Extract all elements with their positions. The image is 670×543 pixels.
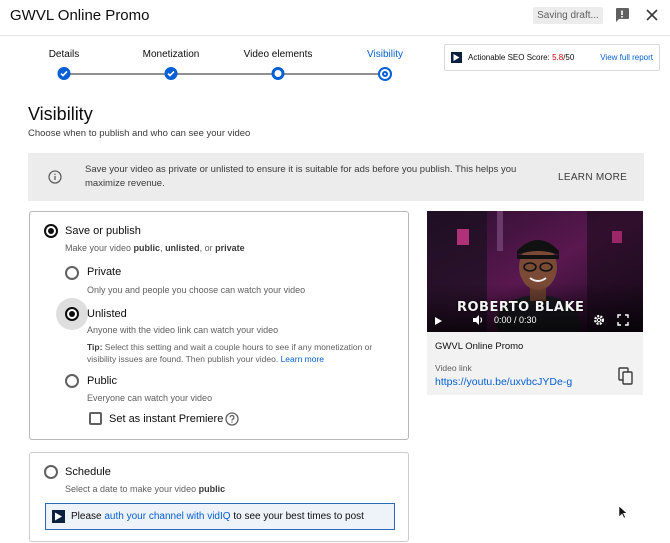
video-link-label: Video link bbox=[435, 363, 472, 373]
seo-score-text: Actionable SEO Score: 5.8/50 bbox=[468, 53, 574, 62]
settings-gear-icon[interactable] bbox=[593, 314, 605, 326]
step-monetization-check-icon[interactable] bbox=[164, 67, 178, 80]
save-or-publish-desc: Make your video public, unlisted, or pri… bbox=[65, 243, 245, 253]
vidiq-best-times-prompt: Please auth your channel with vidIQ to s… bbox=[45, 503, 395, 530]
seo-score-value: 5.8 bbox=[552, 53, 564, 62]
vidiq-prompt-prefix: Please bbox=[71, 511, 105, 522]
unlisted-radio[interactable] bbox=[65, 307, 79, 321]
step-visibility-dot-icon[interactable] bbox=[378, 67, 392, 81]
unlisted-label[interactable]: Unlisted bbox=[87, 308, 127, 320]
mouse-cursor-icon bbox=[618, 505, 628, 519]
desc-private: private bbox=[215, 243, 245, 253]
page-title: Visibility bbox=[28, 104, 93, 124]
step-video-elements-dot-icon[interactable] bbox=[271, 67, 285, 80]
volume-icon[interactable] bbox=[472, 314, 484, 326]
upload-stepper: Details Monetization Video elements Visi… bbox=[0, 38, 430, 88]
copy-icon[interactable] bbox=[618, 367, 634, 385]
private-desc: Only you and people you choose can watch… bbox=[87, 285, 306, 295]
video-overlay-name: ROBERTO BLAKE bbox=[457, 300, 585, 315]
dialog-title: GWVL Online Promo bbox=[10, 7, 150, 24]
video-player[interactable]: ROBERTO BLAKE 0:00 / 0:30 bbox=[427, 211, 643, 332]
vidiq-auth-link[interactable]: auth your channel with vidIQ bbox=[104, 511, 230, 522]
schedule-desc-prefix: Select a date to make your video bbox=[65, 484, 199, 494]
schedule-desc-public: public bbox=[198, 484, 226, 494]
schedule-title: Schedule bbox=[65, 466, 111, 478]
vidiq-prompt-suffix: to see your best times to post bbox=[230, 511, 364, 522]
seo-score-max: /50 bbox=[563, 53, 575, 62]
vidiq-prompt-text: Please auth your channel with vidIQ to s… bbox=[71, 511, 364, 522]
step-video-elements[interactable]: Video elements bbox=[244, 49, 313, 60]
info-icon bbox=[48, 170, 62, 184]
learn-more-button[interactable]: LEARN MORE bbox=[558, 172, 627, 183]
public-radio[interactable] bbox=[65, 374, 79, 388]
dialog-header: GWVL Online Promo Saving draft... bbox=[0, 0, 670, 36]
tip-learn-more-link[interactable]: Learn more bbox=[281, 354, 324, 364]
vidiq-logo-icon bbox=[52, 510, 65, 523]
vidiq-seo-score-box: Actionable SEO Score: 5.8/50 View full r… bbox=[444, 44, 660, 71]
banner-text: Save your video as private or unlisted t… bbox=[85, 164, 517, 189]
feedback-icon[interactable] bbox=[614, 7, 630, 23]
seo-score-label: Actionable SEO Score: bbox=[468, 53, 550, 62]
instant-premiere-label[interactable]: Set as instant Premiere bbox=[109, 413, 223, 425]
help-icon[interactable] bbox=[225, 412, 239, 426]
video-link-url[interactable]: https://youtu.be/uxvbcJYDe-g bbox=[435, 376, 572, 388]
page-subtitle: Choose when to publish and who can see y… bbox=[28, 128, 251, 139]
public-label[interactable]: Public bbox=[87, 375, 117, 387]
video-title: GWVL Online Promo bbox=[435, 341, 524, 352]
video-preview-panel: ROBERTO BLAKE 0:00 / 0:30 GWVL Online Pr… bbox=[427, 211, 643, 395]
close-icon[interactable] bbox=[644, 7, 660, 23]
instant-premiere-checkbox[interactable] bbox=[89, 412, 102, 425]
private-radio[interactable] bbox=[65, 266, 79, 280]
public-desc: Everyone can watch your video bbox=[87, 393, 213, 403]
step-details-check-icon[interactable] bbox=[57, 67, 71, 80]
desc-unlisted: unlisted bbox=[165, 243, 200, 253]
step-details[interactable]: Details bbox=[49, 49, 80, 60]
tip-label: Tip: bbox=[87, 342, 103, 352]
step-monetization[interactable]: Monetization bbox=[143, 49, 200, 60]
step-visibility[interactable]: Visibility bbox=[367, 49, 403, 60]
desc-public: public bbox=[133, 243, 161, 253]
tip-text: Select this setting and wait a couple ho… bbox=[87, 342, 373, 364]
fullscreen-icon[interactable] bbox=[617, 314, 629, 326]
unlisted-desc: Anyone with the video link can watch you… bbox=[87, 325, 279, 335]
schedule-radio[interactable] bbox=[44, 465, 58, 479]
save-or-publish-title: Save or publish bbox=[65, 225, 141, 237]
monetization-info-banner: Save your video as private or unlisted t… bbox=[28, 153, 644, 201]
save-or-publish-radio[interactable] bbox=[44, 224, 58, 238]
save-or-publish-desc-prefix: Make your video bbox=[65, 243, 134, 253]
saving-status-badge: Saving draft... bbox=[533, 7, 603, 24]
vidiq-logo-icon bbox=[451, 52, 462, 63]
schedule-desc: Select a date to make your video public bbox=[65, 484, 225, 494]
private-label[interactable]: Private bbox=[87, 266, 121, 278]
view-full-report-link[interactable]: View full report bbox=[600, 53, 653, 62]
desc-sep2: , or bbox=[199, 243, 216, 253]
unlisted-tip: Tip: Select this setting and wait a coup… bbox=[87, 341, 397, 365]
stepper-track bbox=[64, 73, 385, 75]
video-time: 0:00 / 0:30 bbox=[494, 315, 537, 325]
play-icon[interactable] bbox=[433, 316, 443, 326]
